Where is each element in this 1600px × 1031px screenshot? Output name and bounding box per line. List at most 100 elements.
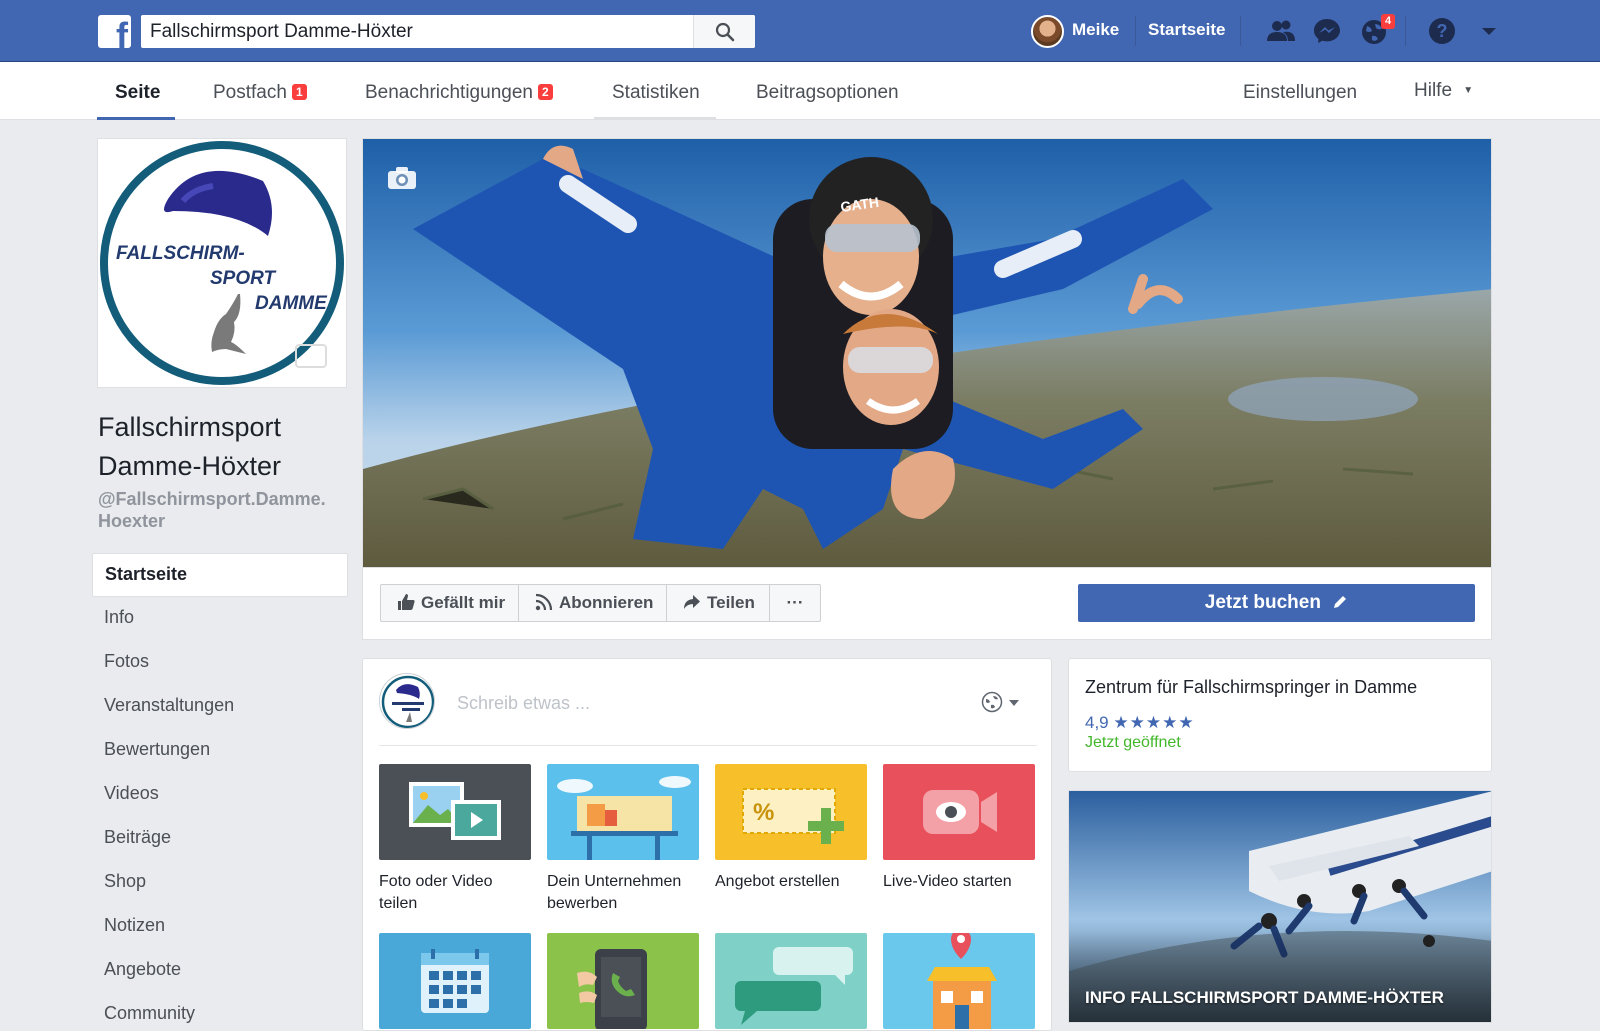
search-icon (715, 22, 735, 42)
about-card: Zentrum für Fallschirmspringer in Damme … (1068, 658, 1492, 772)
composer-input[interactable]: Schreib etwas ... (457, 693, 590, 714)
messenger-icon[interactable] (1310, 14, 1344, 48)
tile-label-line2: teilen (379, 895, 418, 912)
sidebar-item-notes[interactable]: Notizen (92, 905, 348, 949)
inbox-badge: 1 (291, 84, 307, 100)
sidebar-item-shop[interactable]: Shop (92, 861, 348, 905)
get-messages-tile[interactable] (715, 933, 867, 1029)
hover-tab-indicator (594, 117, 716, 120)
chat-icon (735, 947, 853, 1025)
start-live-video-tile[interactable] (883, 764, 1035, 860)
sidebar-item-reviews[interactable]: Bewertungen (92, 729, 348, 773)
sidebar-item-offers[interactable]: Angebote (92, 949, 348, 993)
offer-icon: % (742, 788, 844, 844)
follow-button[interactable]: Abonnieren (518, 584, 667, 622)
divider (1240, 16, 1241, 46)
tile-label: Angebot erstellen (715, 873, 840, 890)
divider (1405, 16, 1406, 46)
share-button[interactable]: Teilen (666, 584, 770, 622)
profile-link[interactable]: Meike (1072, 20, 1119, 40)
sidebar-item-photos[interactable]: Fotos (92, 641, 348, 685)
friends-icon[interactable] (1264, 14, 1298, 48)
share-label: Teilen (707, 593, 755, 612)
billboard-icon (557, 776, 691, 860)
live-video-icon (923, 790, 997, 834)
sidebar-item-events[interactable]: Veranstaltungen (92, 685, 348, 729)
tab-notifications[interactable]: Benachrichtigungen 2 (365, 82, 553, 104)
page-sidebar-nav: Startseite Info Fotos Veranstaltungen Be… (92, 553, 348, 1031)
top-bar: f Meike Startseite 4 ? (0, 0, 1600, 62)
tile-label: Foto oder Video teilen (379, 871, 539, 915)
notification-badge: 4 (1381, 14, 1396, 29)
svg-text:?: ? (1437, 21, 1448, 41)
caret-down-icon (1009, 700, 1020, 706)
audience-selector[interactable] (981, 691, 1021, 718)
search-box (141, 15, 755, 48)
create-offer-tile[interactable]: % (715, 764, 867, 860)
svg-text:%: % (753, 799, 774, 826)
help-icon[interactable]: ? (1425, 14, 1459, 48)
logo-text-line2: SPORT (210, 268, 277, 289)
sidebar-item-videos[interactable]: Videos (92, 773, 348, 817)
help-menu[interactable]: Hilfe ▼ (1414, 80, 1473, 102)
globe-icon (981, 691, 1003, 713)
profile-picture[interactable]: FALLSCHIRM- SPORT DAMME (97, 138, 347, 388)
book-now-button[interactable]: Jetzt buchen (1078, 584, 1475, 622)
book-now-label: Jetzt buchen (1204, 592, 1321, 613)
sidebar-item-posts[interactable]: Beiträge (92, 817, 348, 861)
tile-label: Dein Unternehmen bewerben (547, 871, 707, 915)
get-calls-tile[interactable] (547, 933, 699, 1029)
sidebar-item-info[interactable]: Info (92, 597, 348, 641)
phone-icon (577, 949, 647, 1029)
page-title-line1: Fallschirmsport (98, 412, 282, 442)
tab-insights[interactable]: Statistiken (612, 82, 700, 104)
active-tab-indicator (97, 117, 175, 120)
search-button[interactable] (693, 15, 755, 48)
tile-label-line1: Foto oder Video (379, 873, 493, 890)
tab-publishing-tools[interactable]: Beitragsoptionen (756, 82, 899, 104)
info-card[interactable]: INFO FALLSCHIRMSPORT DAMME-HÖXTER (1068, 790, 1492, 1023)
page-handle-line1: @Fallschirmsport.Damme. (98, 489, 326, 509)
share-photo-video-tile[interactable] (379, 764, 531, 860)
tile-label: Live-Video starten (883, 873, 1012, 890)
help-label: Hilfe (1414, 80, 1453, 101)
caret-down-icon[interactable] (1472, 14, 1506, 48)
tile-label-line2: bewerben (547, 895, 618, 912)
page-handle-line2: Hoexter (98, 511, 166, 531)
more-button[interactable]: ··· (769, 584, 821, 622)
page-category[interactable]: Zentrum für Fallschirmspringer in Damme (1085, 677, 1417, 698)
like-button[interactable]: Gefällt mir (380, 584, 519, 622)
logo-text-line3: DAMME (255, 293, 328, 314)
rss-icon (535, 593, 553, 611)
home-link[interactable]: Startseite (1148, 20, 1225, 40)
tile-label-line1: Dein Unternehmen (547, 873, 682, 890)
page-title-line2: Damme-Höxter (98, 451, 282, 481)
share-arrow-icon (684, 595, 700, 609)
search-input[interactable] (141, 15, 701, 48)
sidebar-item-home[interactable]: Startseite (92, 553, 348, 597)
cover-photo[interactable]: GATH (362, 138, 1492, 568)
sidebar-item-community[interactable]: Community (92, 993, 348, 1031)
settings-link[interactable]: Einstellungen (1243, 82, 1357, 104)
page-handle[interactable]: @Fallschirmsport.Damme. Hoexter (98, 488, 358, 532)
tab-label: Beitragsoptionen (756, 82, 899, 103)
promote-business-tile[interactable] (547, 764, 699, 860)
thumbs-up-icon (398, 594, 415, 610)
rating[interactable]: 4,9 ★★★★★ (1085, 713, 1195, 733)
camera-icon[interactable] (387, 166, 417, 190)
tab-page[interactable]: Seite (115, 82, 160, 104)
like-label: Gefällt mir (421, 593, 506, 612)
tab-inbox[interactable]: Postfach 1 (213, 82, 307, 104)
check-in-tile[interactable] (883, 933, 1035, 1029)
facebook-logo[interactable]: f (98, 15, 131, 48)
page-avatar (379, 673, 435, 729)
photo-video-icon (409, 782, 501, 840)
post-composer: Schreib etwas ... Foto oder Video teilen … (362, 658, 1052, 1031)
create-event-tile[interactable] (379, 933, 531, 1029)
page-title: Fallschirmsport Damme-Höxter (98, 408, 358, 486)
tab-label: Seite (115, 82, 161, 103)
logo-text-line1: FALLSCHIRM- (116, 243, 245, 264)
avatar[interactable] (1031, 15, 1064, 48)
rating-stars-icon: ★★★★★ (1113, 713, 1195, 732)
tab-label: Statistiken (612, 82, 700, 103)
